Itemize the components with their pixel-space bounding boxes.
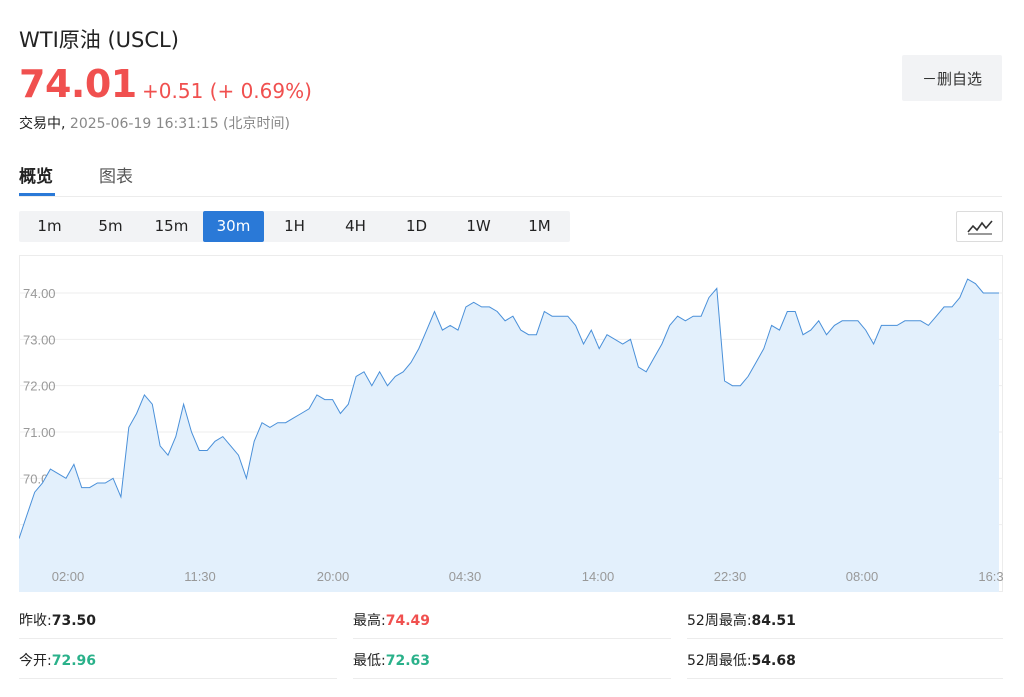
y-tick-label: 72.00	[23, 379, 56, 394]
x-tick-label: 16:3	[978, 569, 1003, 584]
current-price: 74.01	[19, 62, 137, 106]
x-tick-label: 22:30	[714, 569, 747, 584]
x-tick-label: 11:30	[184, 569, 216, 584]
low-value: 72.63	[385, 653, 431, 669]
period-15m[interactable]: 15m	[141, 211, 202, 242]
stat-prev-close: 昨收:73.50	[19, 610, 96, 630]
trading-status-label: 交易中,	[19, 116, 66, 132]
trading-status: 交易中, 2025-06-19 16:31:15 (北京时间)	[19, 113, 290, 133]
high52-label: 52周最高:	[687, 613, 752, 629]
low52-value: 54.68	[751, 653, 796, 669]
y-tick-label: 74.00	[23, 286, 56, 301]
instrument-title: WTI原油 (USCL)	[19, 28, 179, 52]
period-5m[interactable]: 5m	[80, 211, 141, 242]
high52-value: 84.51	[751, 613, 796, 629]
tab-overview[interactable]: 概览	[19, 162, 53, 187]
x-tick-label: 04:30	[449, 569, 482, 584]
x-tick-label: 08:00	[846, 569, 879, 584]
tab-chart[interactable]: 图表	[99, 162, 133, 187]
period-4h[interactable]: 4H	[325, 211, 386, 242]
price-chart-svg: 68.0069.0070.0071.0072.0073.0074.0002:00…	[18, 255, 1004, 592]
divider	[353, 638, 671, 639]
tab-bar: 概览 图表	[19, 158, 1002, 197]
x-tick-label: 14:00	[582, 569, 615, 584]
price-chart[interactable]: 68.0069.0070.0071.0072.0073.0074.0002:00…	[18, 255, 1004, 592]
low52-label: 52周最低:	[687, 653, 752, 669]
timestamp: 2025-06-19 16:31:15 (北京时间)	[69, 116, 290, 132]
active-tab-indicator	[19, 193, 55, 196]
prev-close-label: 昨收:	[19, 613, 52, 629]
open-value: 72.96	[51, 653, 97, 669]
divider	[687, 638, 1003, 639]
period-30m[interactable]: 30m	[203, 211, 264, 242]
price-area	[19, 279, 999, 592]
stat-low52: 52周最低:54.68	[687, 650, 796, 670]
x-tick-label: 20:00	[317, 569, 350, 584]
x-tick-label: 02:00	[52, 569, 85, 584]
period-selector: 1m 5m 15m 30m 1H 4H 1D 1W 1M	[19, 211, 570, 242]
y-tick-label: 71.00	[23, 425, 56, 440]
open-label: 今开:	[19, 653, 52, 669]
divider	[19, 638, 337, 639]
period-1m[interactable]: 1m	[19, 211, 80, 242]
line-chart-icon	[966, 219, 993, 234]
stat-high: 最高:74.49	[353, 610, 430, 630]
chart-type-toggle-button[interactable]	[956, 211, 1003, 242]
divider	[353, 678, 671, 679]
low-label: 最低:	[353, 653, 386, 669]
stat-low: 最低:72.63	[353, 650, 430, 670]
period-1M[interactable]: 1M	[509, 211, 570, 242]
high-label: 最高:	[353, 613, 386, 629]
period-1d[interactable]: 1D	[386, 211, 447, 242]
price-change: +0.51 (+ 0.69%)	[142, 79, 312, 103]
stat-high52: 52周最高:84.51	[687, 610, 796, 630]
period-1h[interactable]: 1H	[264, 211, 325, 242]
high-value: 74.49	[385, 613, 431, 629]
divider	[687, 678, 1003, 679]
remove-watchlist-button[interactable]: －删自选	[902, 55, 1002, 101]
divider	[19, 678, 337, 679]
stat-open: 今开:72.96	[19, 650, 96, 670]
prev-close-value: 73.50	[51, 613, 97, 629]
y-tick-label: 73.00	[23, 332, 56, 347]
period-1w[interactable]: 1W	[448, 211, 509, 242]
